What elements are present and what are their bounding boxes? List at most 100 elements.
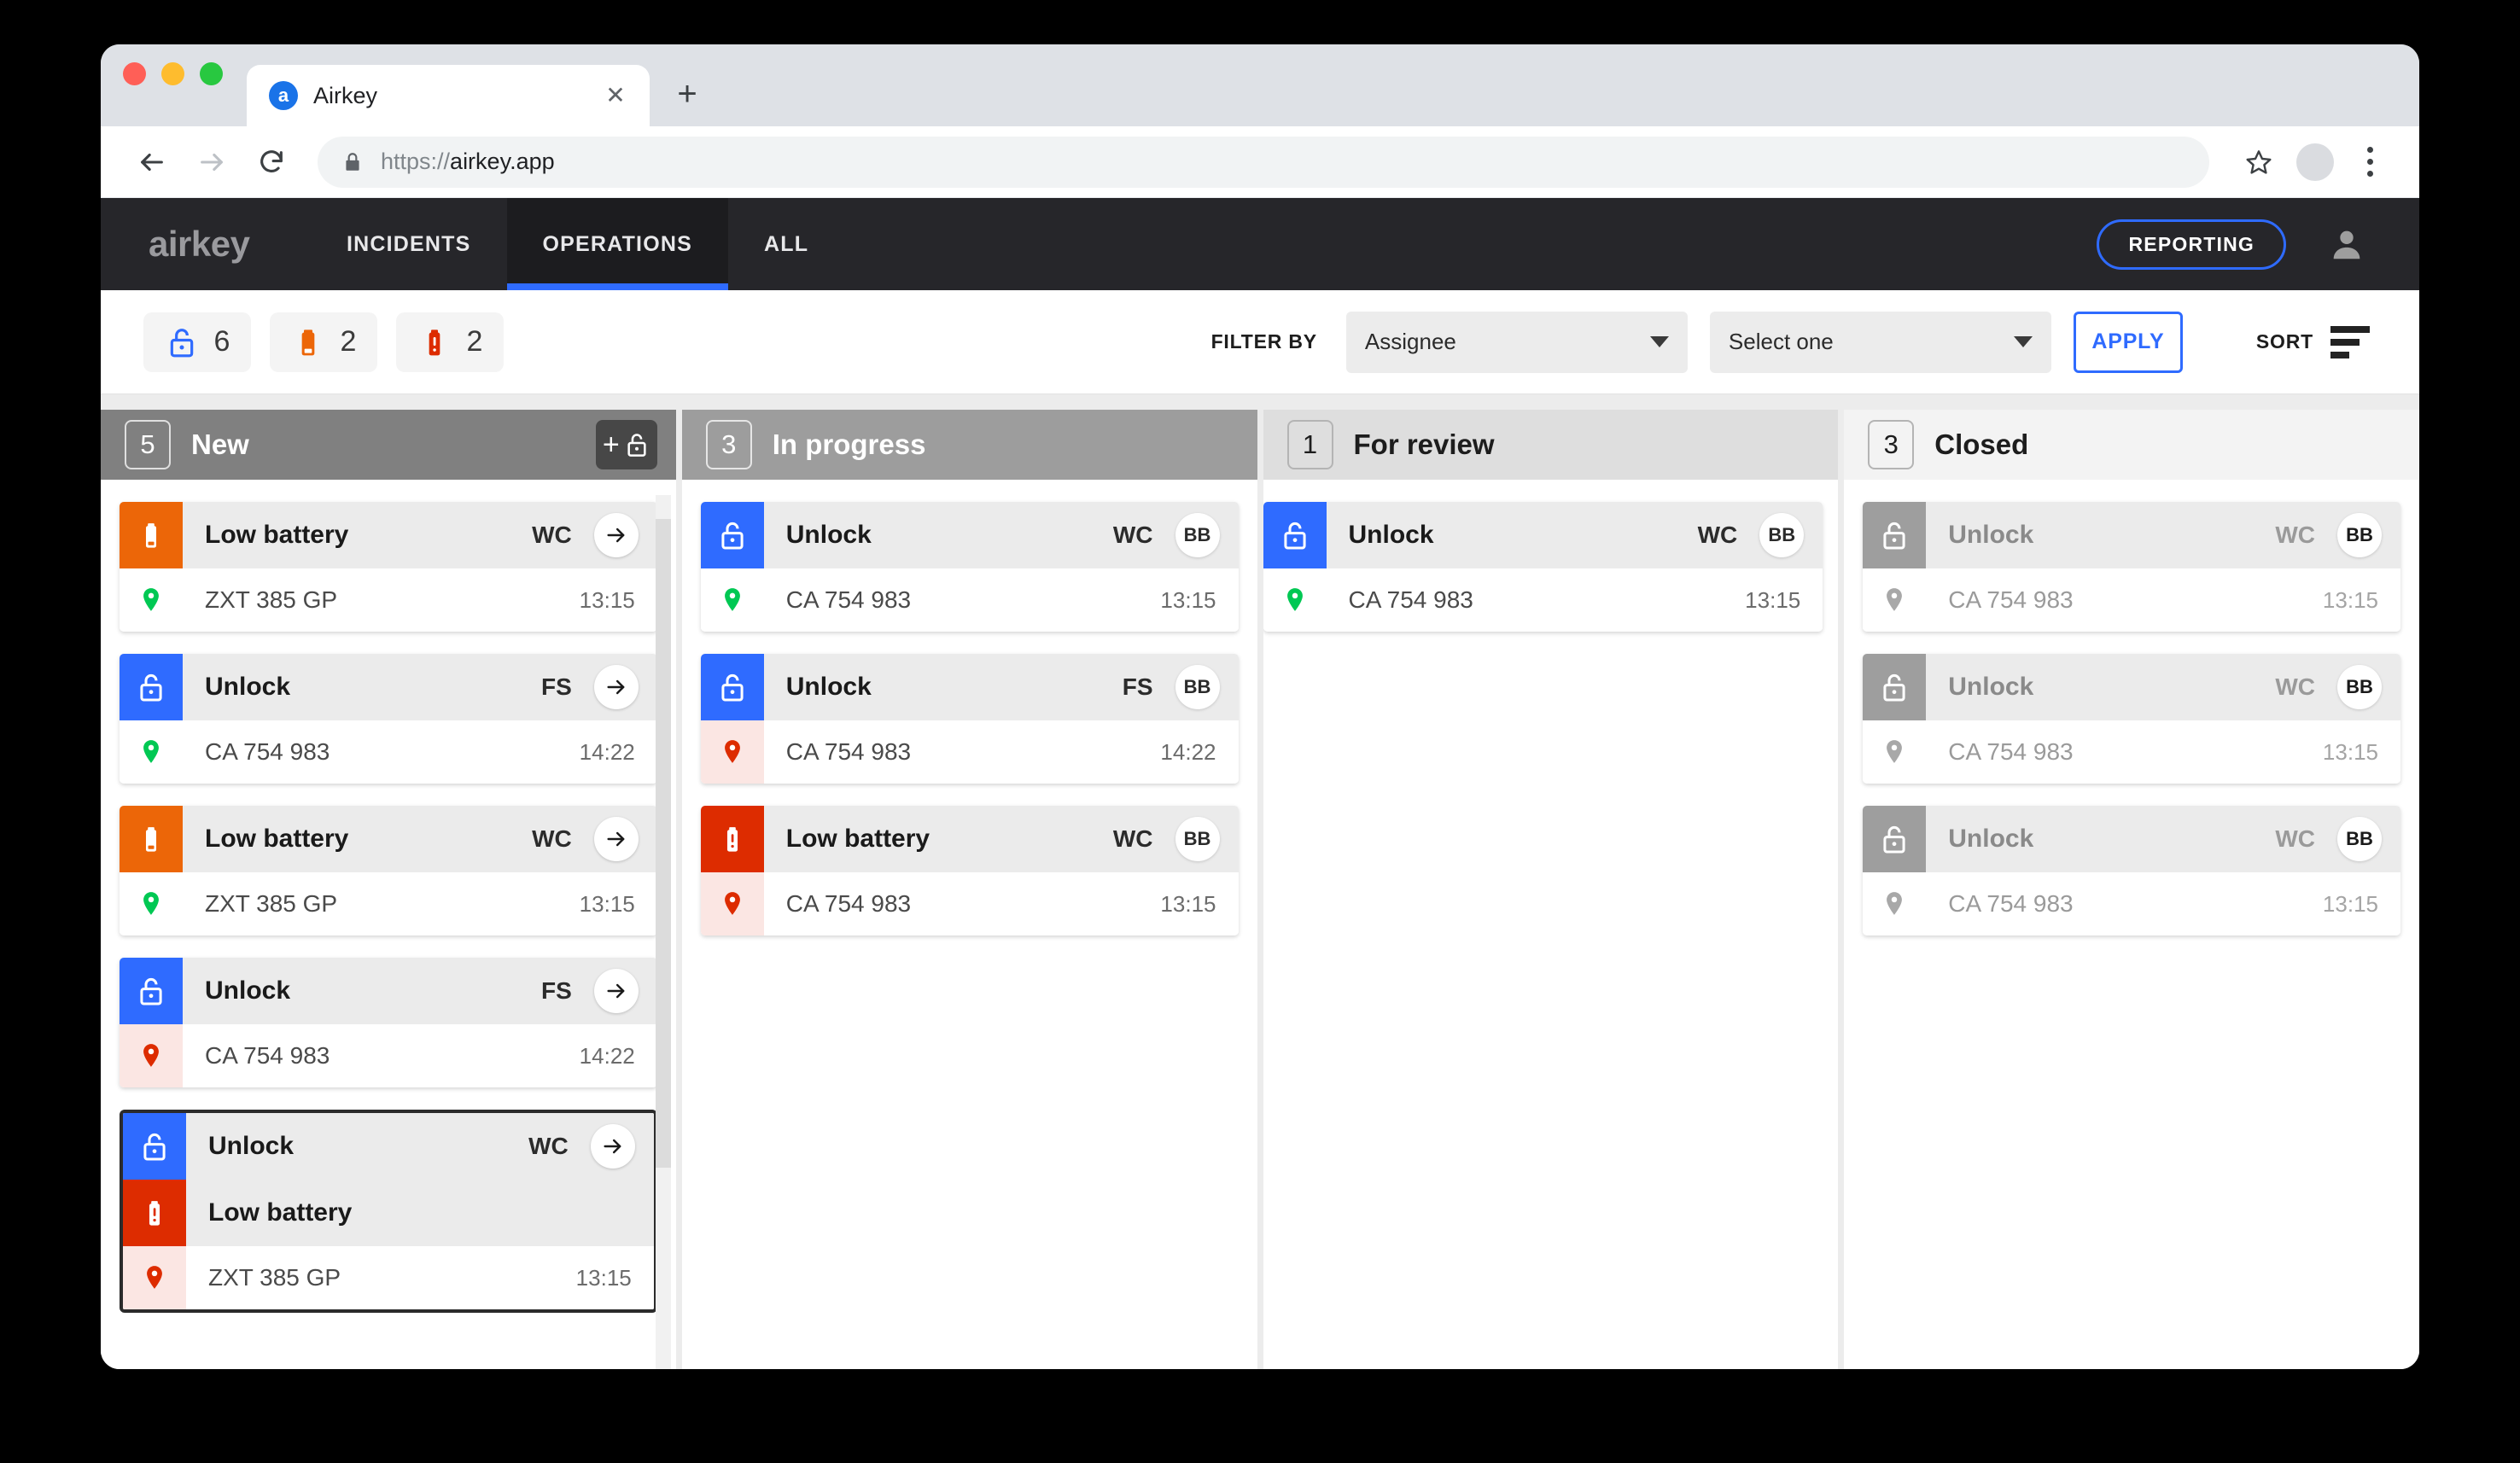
kanban-column: 5 New + Low battery WC ZXT 385 GP 13:15 Unlock F… [101, 410, 676, 1369]
advance-card-button[interactable] [572, 1113, 654, 1180]
advance-card-button[interactable] [575, 958, 657, 1024]
task-card[interactable]: Unlock FS CA 754 983 14:22 [120, 654, 657, 784]
new-tab-button[interactable]: + [663, 70, 711, 118]
nav-item-all[interactable]: ALL [728, 198, 844, 290]
close-icon[interactable]: ✕ [600, 80, 631, 111]
column-count: 3 [705, 420, 752, 469]
task-card[interactable]: Unlock WC BB CA 754 983 13:15 [700, 502, 1239, 632]
plus-icon: + [602, 428, 620, 461]
map-pin-icon [1887, 588, 1903, 611]
url-scheme: https:// [381, 149, 451, 174]
unlock-icon [1883, 673, 1905, 702]
advance-card-button[interactable] [575, 806, 657, 872]
assignee-avatar[interactable]: BB [1741, 502, 1823, 568]
assignee-avatar[interactable]: BB [2319, 806, 2400, 872]
battery-low-icon [301, 329, 314, 355]
back-icon[interactable] [125, 135, 179, 189]
assignee-avatar[interactable]: BB [1157, 806, 1239, 872]
stat-chip-low-battery[interactable]: 2 [270, 312, 377, 372]
assignee-avatar[interactable]: BB [1157, 502, 1239, 568]
card-header-row: Unlock FS [120, 958, 657, 1024]
arrow-right-icon [604, 1139, 621, 1154]
assignee-avatar[interactable]: BB [1157, 654, 1239, 720]
apply-button[interactable]: APPLY [2073, 311, 2183, 373]
url-text: https://airkey.app [381, 149, 555, 175]
map-pin-icon [1263, 568, 1327, 632]
card-time: 14:22 [579, 738, 635, 765]
add-unlock-button[interactable]: + [595, 420, 657, 469]
map-pin-icon [724, 892, 740, 915]
card-type-icon [700, 806, 764, 872]
card-location-row: ZXT 385 GP 13:15 [123, 1246, 654, 1309]
map-pin-icon [120, 1024, 183, 1087]
app-root: airkey INCIDENTS OPERATIONS ALL REPORTIN… [101, 198, 2419, 1369]
card-initials: FS [540, 673, 572, 700]
task-card[interactable]: Unlock WC BB CA 754 983 13:15 [1863, 806, 2400, 936]
unlock-icon [721, 673, 744, 702]
scrollbar-thumb[interactable] [655, 519, 671, 1168]
advance-card-button[interactable] [575, 502, 657, 568]
task-card[interactable]: Low battery WC ZXT 385 GP 13:15 [120, 502, 657, 632]
address-bar[interactable]: https://airkey.app [318, 136, 2209, 188]
card-time: 13:15 [579, 890, 635, 917]
maximize-window-button[interactable] [200, 61, 223, 85]
forward-icon[interactable] [184, 135, 239, 189]
arrow-right-icon [607, 831, 625, 847]
arrow-right-icon [607, 527, 625, 543]
map-pin-icon [120, 568, 183, 632]
close-window-button[interactable] [123, 61, 146, 85]
unlock-icon [140, 673, 162, 702]
map-pin-icon [700, 872, 764, 936]
nav-item-operations[interactable]: OPERATIONS [506, 198, 729, 290]
column-title: For review [1353, 428, 1495, 460]
card-location: CA 754 983 [1348, 586, 1473, 613]
task-card[interactable]: Low battery WC BB CA 754 983 13:15 [700, 806, 1239, 936]
card-header-row: Unlock FS BB [700, 654, 1239, 720]
card-type-icon [120, 806, 183, 872]
filter-bar: 6 2 2 FILTER BY Assignee Select one APPL… [101, 290, 2419, 394]
stat-chip-unlock[interactable]: 6 [143, 312, 251, 372]
bookmark-star-icon[interactable] [2233, 137, 2284, 188]
card-initials: FS [540, 977, 572, 1004]
task-card[interactable]: Unlock WC BB CA 754 983 13:15 [1863, 654, 2400, 784]
map-pin-icon [143, 588, 159, 611]
nav-item-incidents[interactable]: INCIDENTS [311, 198, 507, 290]
task-card[interactable]: Unlock WC Low battery ZXT 385 GP 13:15 [120, 1110, 657, 1313]
card-initials: WC [1697, 522, 1738, 548]
column-count: 3 [1868, 420, 1915, 469]
task-card[interactable]: Unlock FS BB CA 754 983 14:22 [700, 654, 1239, 784]
card-type-icon [1863, 806, 1927, 872]
assignee-avatar[interactable]: BB [2319, 654, 2400, 720]
unlock-icon [627, 434, 646, 457]
stat-chip-battery-alert[interactable]: 2 [396, 312, 504, 372]
card-header-row: Unlock WC BB [1863, 806, 2400, 872]
browser-tab[interactable]: a Airkey ✕ [247, 65, 650, 126]
card-header-row: Low battery WC [120, 806, 657, 872]
filter-value-select[interactable]: Select one [1709, 311, 2051, 373]
map-pin-icon [143, 740, 159, 763]
task-card[interactable]: Unlock WC BB CA 754 983 13:15 [1863, 502, 2400, 632]
column-scrollbar[interactable] [655, 495, 671, 1369]
battery-low-icon [145, 523, 157, 548]
map-pin-icon [1887, 740, 1903, 763]
task-card[interactable]: Unlock FS CA 754 983 14:22 [120, 958, 657, 1087]
user-avatar-icon[interactable] [2325, 223, 2368, 265]
battery-alert-icon [149, 1201, 160, 1226]
filter-value-text: Select one [1728, 329, 1834, 354]
profile-avatar[interactable] [2290, 137, 2341, 188]
reload-icon[interactable] [244, 135, 299, 189]
card-time: 13:15 [575, 1264, 632, 1291]
assignee-avatar[interactable]: BB [2319, 502, 2400, 568]
card-title: Low battery [208, 1198, 353, 1227]
sort-control[interactable]: SORT [2256, 325, 2370, 358]
reporting-button[interactable]: REPORTING [2097, 219, 2286, 270]
card-location-row: CA 754 983 13:15 [1863, 568, 2400, 632]
map-pin-icon [143, 892, 159, 915]
task-card[interactable]: Low battery WC ZXT 385 GP 13:15 [120, 806, 657, 936]
advance-card-button[interactable] [575, 654, 657, 720]
browser-menu-icon[interactable] [2346, 147, 2394, 177]
filter-field-select[interactable]: Assignee [1345, 311, 1688, 373]
card-location: CA 754 983 [1948, 586, 2074, 613]
minimize-window-button[interactable] [161, 61, 184, 85]
task-card[interactable]: Unlock WC BB CA 754 983 13:15 [1263, 502, 1823, 632]
